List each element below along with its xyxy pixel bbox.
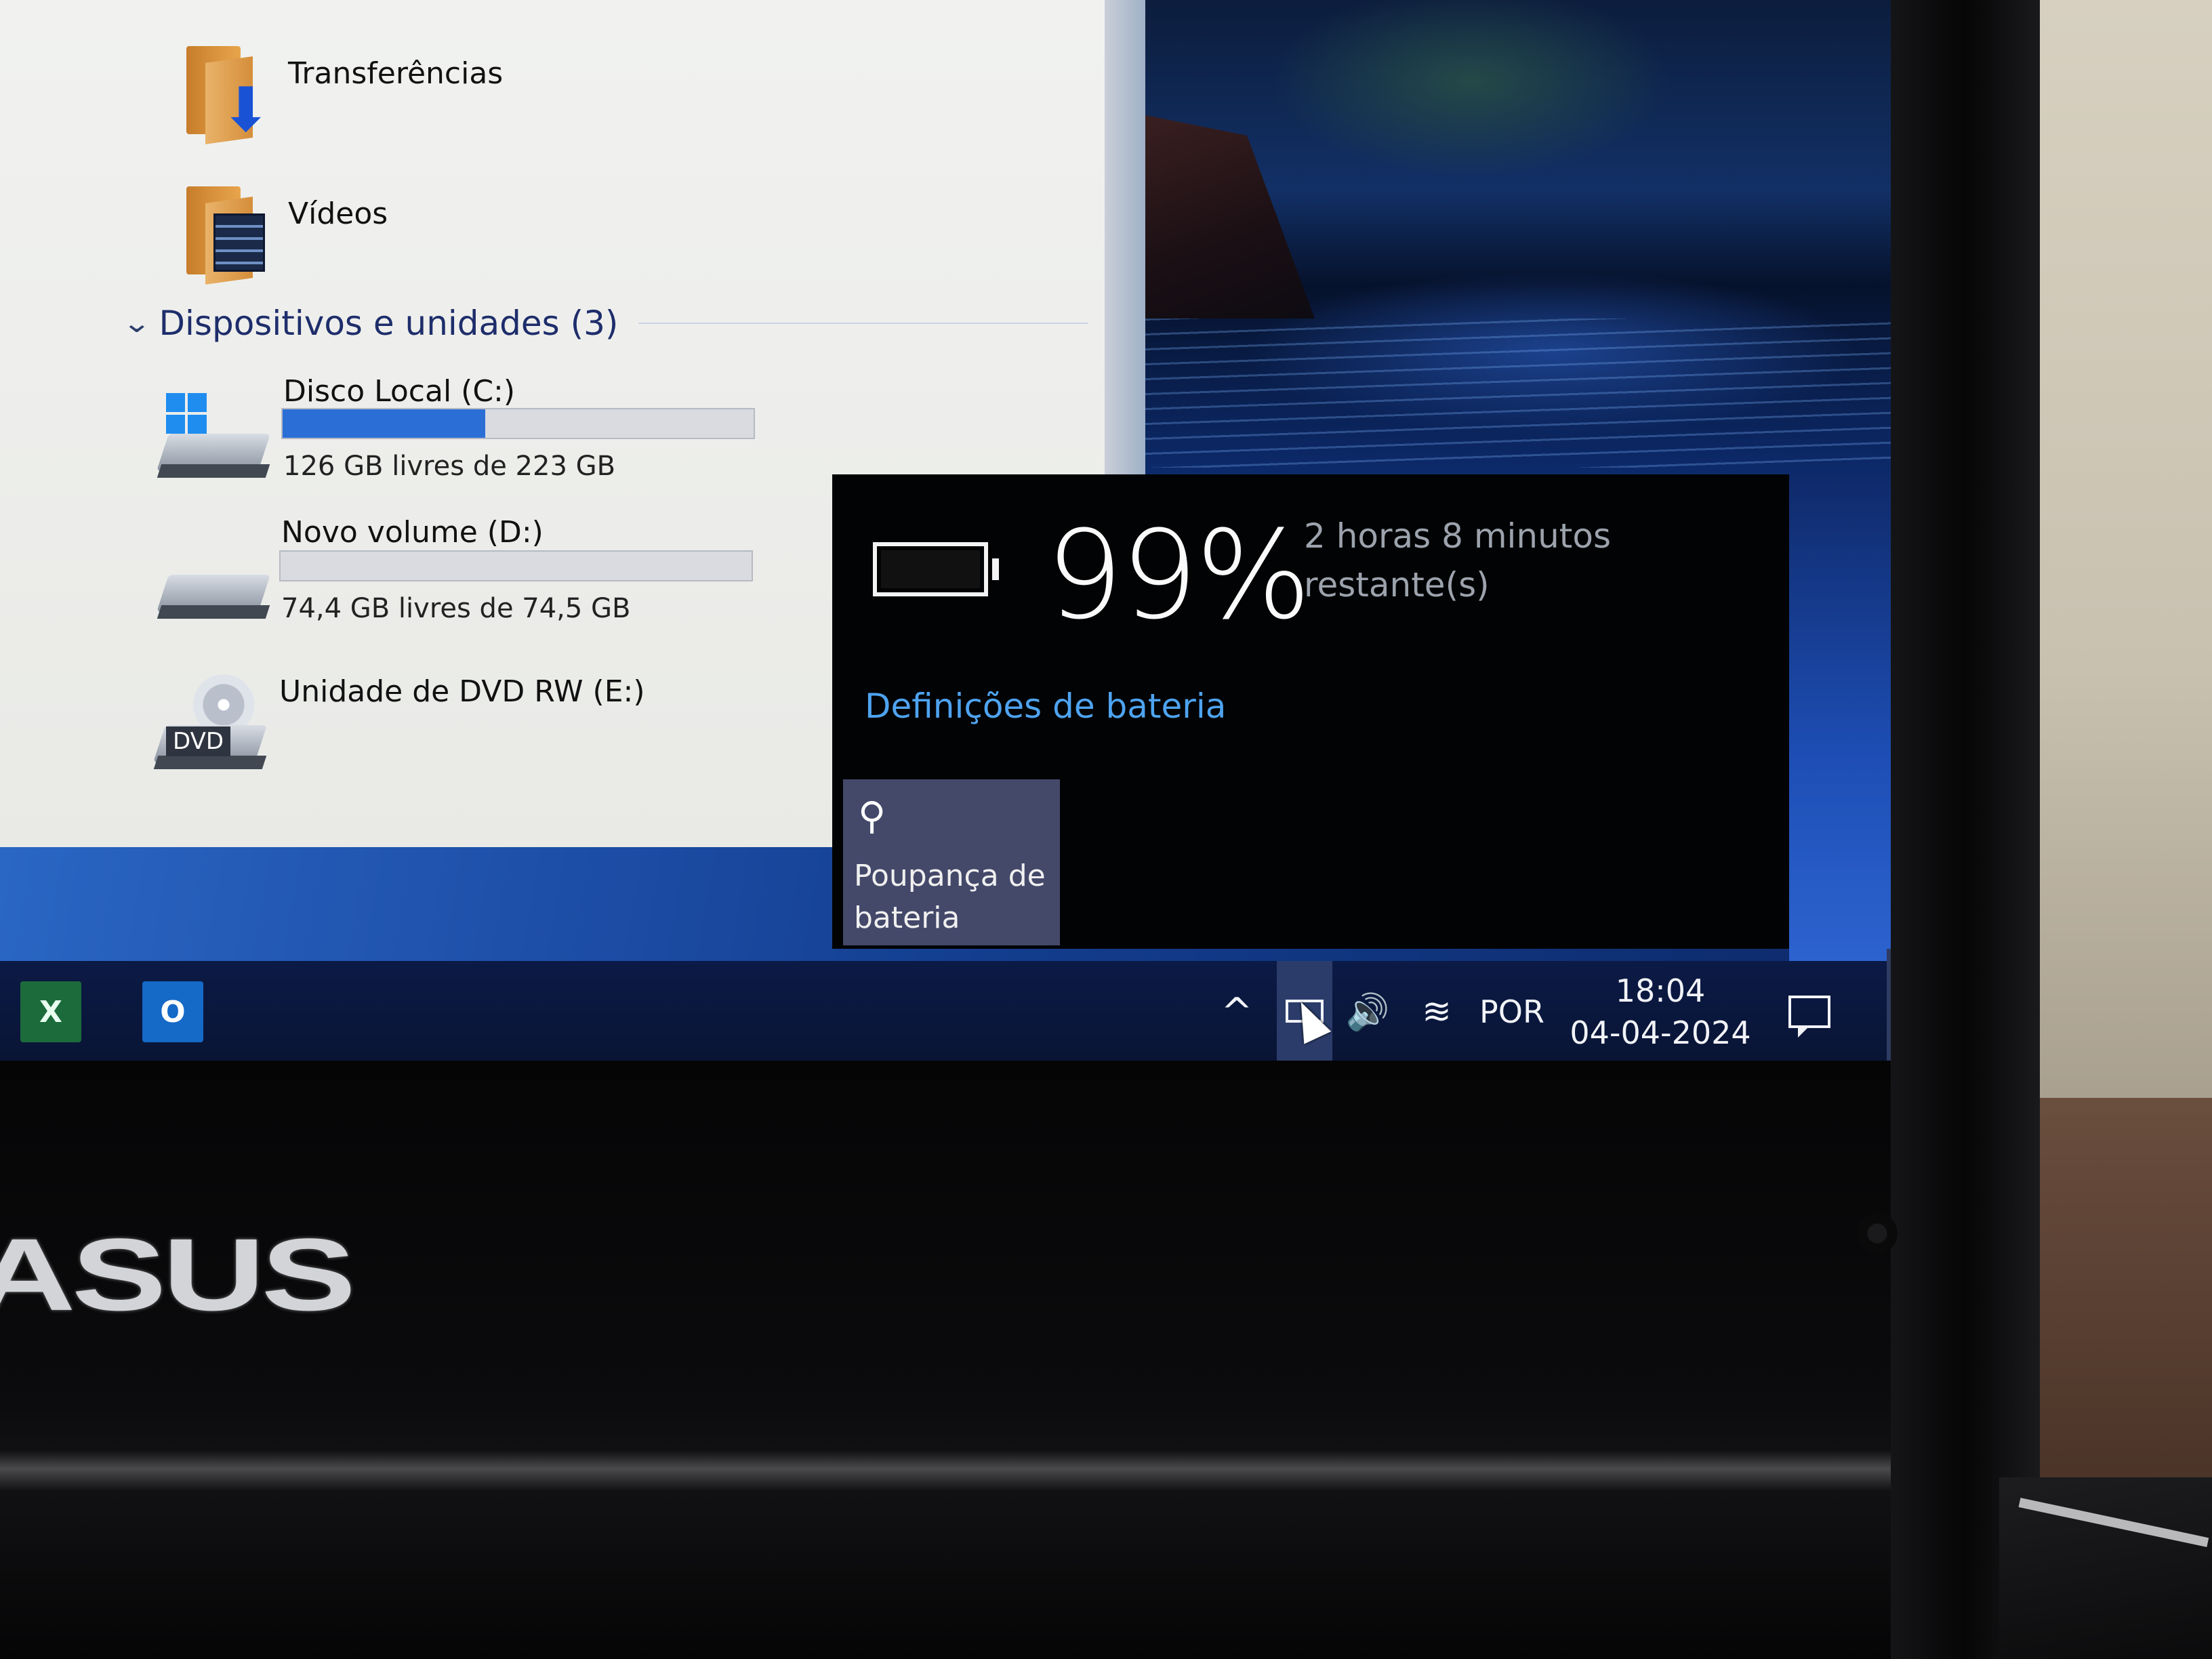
drive-name: Unidade de DVD RW (E:) [279, 674, 645, 709]
bezel-sensor [1857, 1213, 1898, 1254]
system-drive-icon [157, 393, 271, 481]
background-wall [2022, 0, 2212, 1111]
drive-name: Disco Local (C:) [283, 374, 516, 409]
wallpaper-waves [1145, 319, 1891, 468]
battery-icon [873, 542, 999, 596]
section-divider [638, 323, 1088, 324]
downloads-folder-icon: ⬇ [173, 39, 271, 144]
asus-logo: ASUS [0, 1217, 356, 1332]
devices-header-label: Dispositivos e unidades (3) [159, 304, 619, 343]
action-center-button[interactable] [1776, 981, 1843, 1042]
devices-section-header[interactable]: ⌄ Dispositivos e unidades (3) [122, 304, 1088, 343]
folder-label: Transferências [288, 56, 504, 91]
window-edge [1105, 0, 1145, 474]
battery-saver-button[interactable]: ⚲ Poupança de bateria [843, 779, 1060, 945]
language-indicator[interactable]: POR [1475, 981, 1549, 1042]
excel-icon[interactable]: X [20, 981, 81, 1042]
folder-downloads[interactable]: ⬇ Transferências [173, 39, 504, 144]
show-hidden-icons-button[interactable]: ^ [1213, 981, 1261, 1042]
taskbar-edge [1887, 949, 1891, 1061]
videos-folder-icon [173, 180, 268, 285]
clock-date: 04-04-2024 [1570, 1015, 1751, 1051]
leaf-icon: ⚲ [858, 794, 886, 838]
hard-drive-icon [157, 548, 271, 622]
drive-name: Novo volume (D:) [281, 515, 544, 550]
chevron-down-icon[interactable]: ⌄ [122, 308, 152, 339]
bezel-reflection [0, 1450, 2040, 1491]
laptop-bezel-side [1891, 0, 2040, 1659]
drive-usage-fill [283, 409, 485, 438]
laptop-screen: ⬇ Transferências Vídeos ⌄ Dispositivos e… [0, 0, 1891, 1061]
folder-videos[interactable]: Vídeos [173, 180, 388, 285]
wallpaper-strip [1789, 474, 1891, 962]
battery-flyout: 99% 2 horas 8 minutos restante(s) Defini… [832, 474, 1789, 949]
dvd-label: DVD [166, 726, 231, 756]
wifi-icon[interactable]: ≋ [1410, 981, 1464, 1042]
drive-usage-bar [281, 408, 755, 439]
taskbar: X O ^ 🔊 ≋ POR 18:04 04-04-2024 [0, 961, 1891, 1061]
notification-icon [1788, 996, 1830, 1038]
photo-scene: ASUS ⬇ Transferências Vídeos ⌄ Dispositi… [0, 0, 2212, 1659]
drive-free-space: 74,4 GB livres de 74,5 GB [281, 593, 631, 624]
battery-settings-link[interactable]: Definições de bateria [865, 687, 1226, 726]
folder-label: Vídeos [288, 196, 388, 231]
dvd-drive-icon: DVD [153, 674, 268, 773]
clock[interactable]: 18:04 04-04-2024 [1559, 968, 1762, 1056]
laptop-bezel [0, 1061, 2040, 1659]
outlook-icon[interactable]: O [142, 981, 203, 1042]
drive-usage-bar [279, 550, 753, 581]
battery-time-remaining: 2 horas 8 minutos restante(s) [1304, 516, 1612, 605]
volume-icon[interactable]: 🔊 [1340, 981, 1395, 1042]
clock-time: 18:04 [1615, 972, 1706, 1009]
drive-free-space: 126 GB livres de 223 GB [283, 451, 616, 482]
battery-saver-label: Poupança de bateria [854, 859, 1046, 935]
battery-percentage: 99% [1046, 505, 1311, 647]
